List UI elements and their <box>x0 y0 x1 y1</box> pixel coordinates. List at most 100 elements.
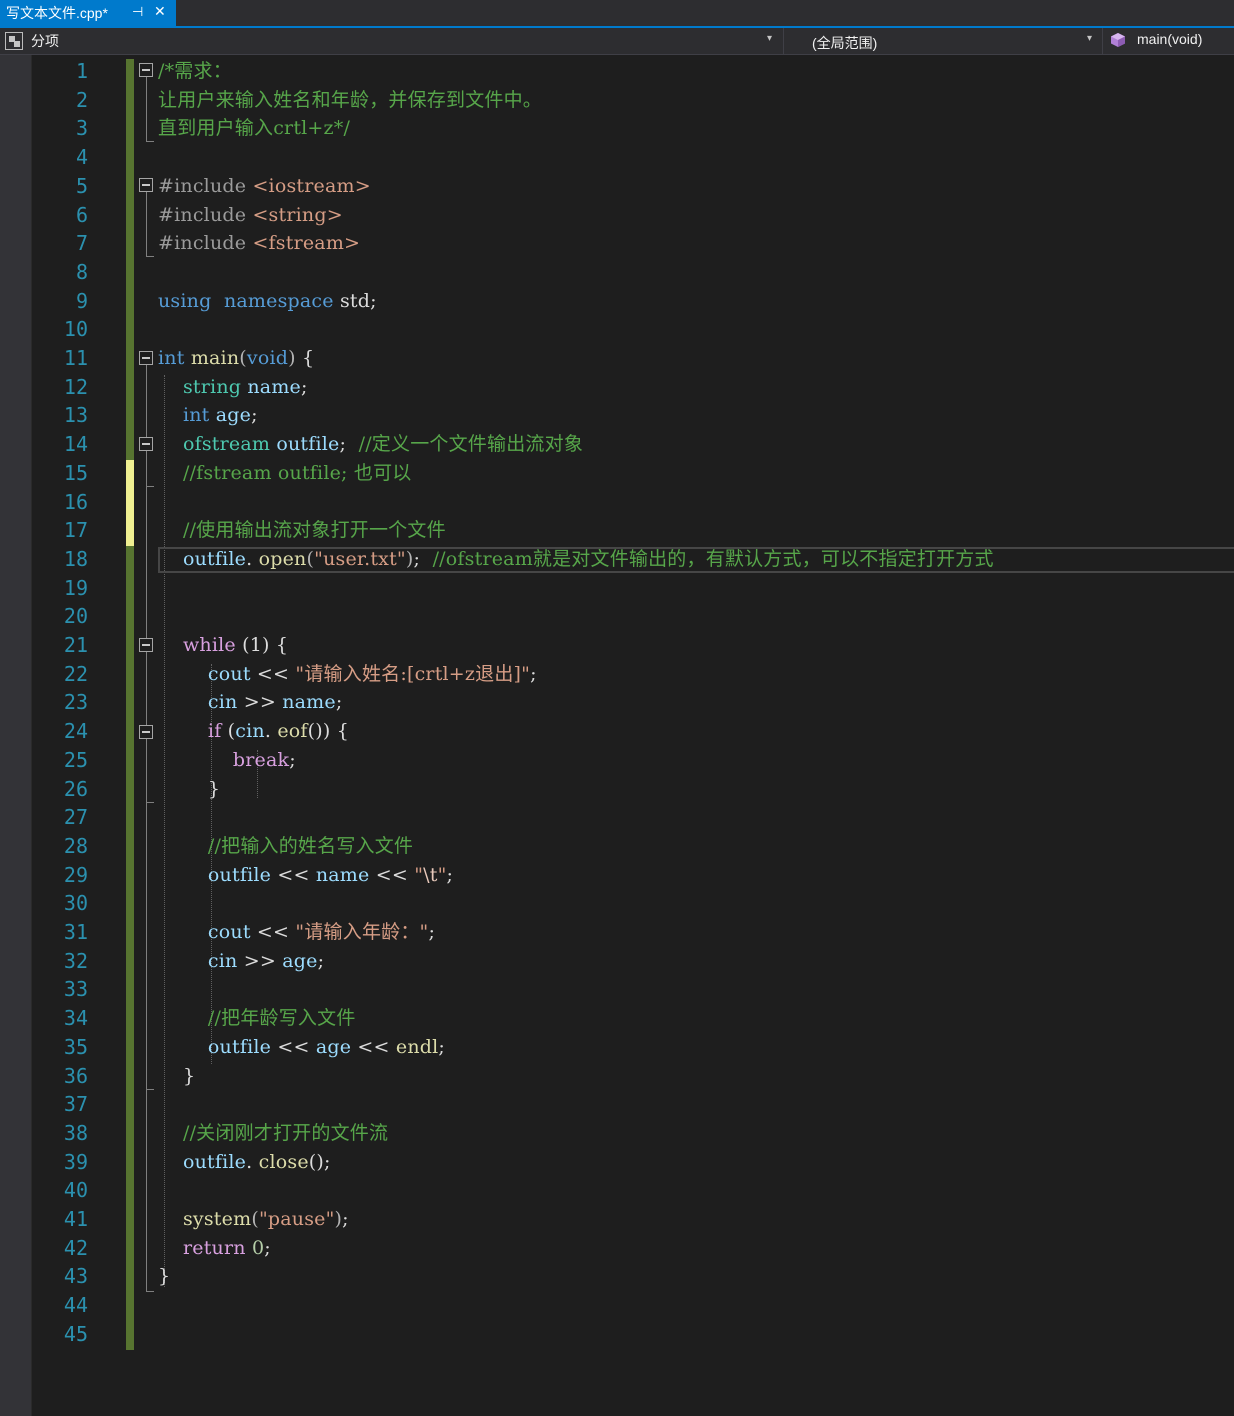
code-line[interactable]: 32 cin >> age; <box>0 947 1234 976</box>
code-token: ; <box>301 375 308 398</box>
code-line[interactable]: 5 #include <iostream> <box>0 172 1234 201</box>
code-line[interactable]: 7 #include <fstream> <box>0 229 1234 258</box>
code-token: outfile <box>182 547 247 570</box>
code-text: 直到用户输入crtl+z*/ <box>158 114 350 143</box>
code-line[interactable]: 39 outfile. close(); <box>0 1148 1234 1177</box>
code-line[interactable]: 1 /*需求： <box>0 57 1234 86</box>
scope-dropdown[interactable]: (全局范围) ▾ <box>787 28 1103 54</box>
code-line[interactable]: 38 //关闭刚才打开的文件流 <box>0 1119 1234 1148</box>
code-line[interactable]: 31 cout << "请输入年龄："; <box>0 918 1234 947</box>
code-token: cin <box>207 691 238 714</box>
code-token: "user.txt" <box>314 547 406 570</box>
chevron-down-icon[interactable]: ▾ <box>1087 33 1092 44</box>
code-token: } <box>158 777 221 800</box>
code-token: >> <box>237 691 283 714</box>
line-number: 23 <box>63 690 88 715</box>
line-number: 3 <box>75 116 88 141</box>
code-text: //把年龄写入文件 <box>158 1004 356 1033</box>
code-token: //ofstream就是对文件输出的，有默认方式，可以不指定打开方式 <box>432 547 994 570</box>
code-token: int <box>182 404 210 427</box>
member-label: main(void) <box>1137 31 1203 47</box>
code-editor[interactable]: 1 /*需求： 2 让用户来输入姓名和年龄，并保存到文件中。 3 直到用户输入crtl+z… <box>0 55 1234 1416</box>
code-token: //关闭刚才打开的文件流 <box>182 1121 389 1144</box>
code-line[interactable]: 40 <box>0 1176 1234 1205</box>
line-number: 33 <box>63 977 88 1002</box>
line-number: 34 <box>63 1006 88 1031</box>
code-token: ( <box>239 347 247 369</box>
code-line[interactable]: 16 <box>0 488 1234 517</box>
code-token: ; <box>317 949 325 972</box>
code-token: open <box>258 547 307 570</box>
line-number: 5 <box>75 173 88 198</box>
code-token: name <box>282 691 336 714</box>
code-line[interactable]: 44 <box>0 1291 1234 1320</box>
code-line[interactable]: 34 //把年龄写入文件 <box>0 1004 1234 1033</box>
line-number: 41 <box>63 1207 88 1231</box>
close-icon[interactable]: ✕ <box>154 3 166 20</box>
code-line[interactable]: 26 } <box>0 775 1234 804</box>
code-line[interactable]: 3 直到用户输入crtl+z*/ <box>0 114 1234 143</box>
code-line[interactable]: 37 <box>0 1090 1234 1119</box>
code-line[interactable]: 2 让用户来输入姓名和年龄，并保存到文件中。 <box>0 86 1234 115</box>
code-line[interactable]: 19 <box>0 574 1234 603</box>
code-token: << <box>271 1035 316 1058</box>
document-tab[interactable]: 写文本文件.cpp* ⊣ ✕ <box>0 0 176 26</box>
code-line[interactable]: 25 break; <box>0 746 1234 775</box>
code-token: //把输入的姓名写入文件 <box>207 834 414 857</box>
code-token: outfile <box>207 1035 272 1058</box>
code-line[interactable]: 24 if (cin. eof()) { <box>0 717 1234 746</box>
code-text: /*需求： <box>158 57 232 86</box>
code-text: ofstream outfile; //定义一个文件输出流对象 <box>158 430 583 459</box>
line-number: 9 <box>75 288 88 313</box>
code-line[interactable]: 23 cin >> name; <box>0 688 1234 717</box>
code-text: cout << "请输入姓名:[crtl+z退出]"; <box>158 660 537 689</box>
code-line[interactable]: 41 system("pause"); <box>0 1205 1234 1234</box>
member-dropdown[interactable]: main(void) <box>1104 28 1234 54</box>
code-line[interactable]: 30 <box>0 889 1234 918</box>
chevron-down-icon[interactable]: ▾ <box>767 33 772 44</box>
code-line[interactable]: 36 } <box>0 1062 1234 1091</box>
code-line[interactable]: 11 int main(void) { <box>0 344 1234 373</box>
code-token: <iostream> <box>252 174 371 197</box>
code-line[interactable]: 8 <box>0 258 1234 287</box>
code-line[interactable]: 35 outfile << age << endl; <box>0 1033 1234 1062</box>
code-line[interactable]: 28 //把输入的姓名写入文件 <box>0 832 1234 861</box>
code-line[interactable]: 15 //fstream outfile; 也可以 <box>0 459 1234 488</box>
code-token: ; <box>530 662 537 685</box>
code-token: << <box>351 1035 396 1058</box>
code-line[interactable]: 45 <box>0 1320 1234 1349</box>
code-token: ( <box>221 720 236 743</box>
line-number: 28 <box>63 833 88 858</box>
line-number: 42 <box>63 1235 88 1260</box>
code-line[interactable]: 14 ofstream outfile; //定义一个文件输出流对象 <box>0 430 1234 459</box>
code-token: (1) { <box>235 634 289 656</box>
code-line[interactable]: 18 outfile. open("user.txt"); //ofstream… <box>0 545 1234 574</box>
code-line[interactable]: 4 <box>0 143 1234 172</box>
code-line[interactable]: 21 while (1) { <box>0 631 1234 660</box>
code-text: outfile. open("user.txt"); //ofstream就是对… <box>158 545 994 574</box>
code-line[interactable]: 17 //使用输出流对象打开一个文件 <box>0 516 1234 545</box>
project-dropdown[interactable]: 分项 ▾ <box>0 28 784 54</box>
code-line[interactable]: 27 <box>0 803 1234 832</box>
code-line[interactable]: 12 string name; <box>0 373 1234 402</box>
code-line[interactable]: 43} <box>0 1262 1234 1291</box>
pin-icon[interactable]: ⊣ <box>132 4 143 20</box>
code-line[interactable]: 9 using namespace std; <box>0 287 1234 316</box>
code-line[interactable]: 20 <box>0 602 1234 631</box>
code-line[interactable]: 10 <box>0 315 1234 344</box>
code-line[interactable]: 29 outfile << name << "\t"; <box>0 861 1234 890</box>
code-line[interactable]: 13 int age; <box>0 401 1234 430</box>
code-line[interactable]: 33 <box>0 975 1234 1004</box>
code-token: cout <box>207 921 251 943</box>
code-line[interactable]: 6 #include <string> <box>0 201 1234 230</box>
code-token: //把年龄写入文件 <box>207 1007 356 1030</box>
code-line[interactable]: 22 cout << "请输入姓名:[crtl+z退出]"; <box>0 660 1234 689</box>
code-line[interactable]: 42 return 0; <box>0 1234 1234 1263</box>
code-token: << <box>250 921 296 943</box>
